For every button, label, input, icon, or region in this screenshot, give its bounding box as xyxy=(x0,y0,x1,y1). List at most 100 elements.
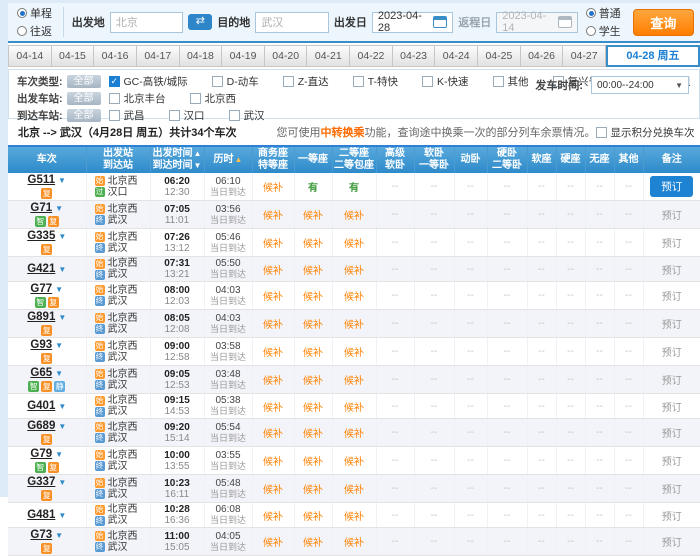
train-number-link[interactable]: G511 xyxy=(28,174,56,186)
filter-option-checkbox[interactable]: 北京丰台 xyxy=(109,91,166,106)
depart-station-icon: 始 xyxy=(95,313,105,323)
oneway-radio[interactable]: 单程 xyxy=(17,5,52,21)
other-seat-cell: -- xyxy=(614,447,643,475)
soft-seat-cell: -- xyxy=(527,282,556,310)
date-tab[interactable]: 04-16 xyxy=(94,45,137,67)
train-number-link[interactable]: G73 xyxy=(30,529,52,541)
filter-option-checkbox[interactable]: 武汉 xyxy=(229,108,265,123)
date-tab[interactable]: 04-27 xyxy=(563,45,606,67)
date-tab[interactable]: 04-17 xyxy=(137,45,180,67)
filter-option-checkbox[interactable]: 北京西 xyxy=(190,91,237,106)
date-tab-selected[interactable]: 04-28 周五 xyxy=(606,45,700,67)
hard-seat-cell: -- xyxy=(556,257,585,282)
date-tab[interactable]: 04-21 xyxy=(307,45,350,67)
filter-option-checkbox[interactable]: D-动车 xyxy=(212,74,259,89)
checkbox-icon xyxy=(283,76,294,87)
duration: 03:58 xyxy=(205,341,252,352)
filter-option-checkbox[interactable]: 汉口 xyxy=(169,108,205,123)
student-passenger-radio[interactable]: 学生 xyxy=(586,23,621,39)
filter-option-checkbox[interactable]: GC-高铁/城际 xyxy=(109,74,188,89)
date-tab[interactable]: 04-19 xyxy=(222,45,265,67)
train-number-link[interactable]: G77 xyxy=(30,283,52,295)
train-number-link[interactable]: G481 xyxy=(27,509,55,521)
date-tab[interactable]: 04-26 xyxy=(521,45,564,67)
soft-sleeper-cell: -- xyxy=(414,173,454,201)
column-header[interactable]: 历时▲ xyxy=(204,147,252,173)
expand-arrow-icon[interactable]: ▼ xyxy=(58,265,66,274)
expand-arrow-icon[interactable]: ▼ xyxy=(58,313,66,322)
train-number-link[interactable]: G79 xyxy=(30,448,52,460)
filter-option-checkbox[interactable]: K-快速 xyxy=(422,74,469,89)
train-number-link[interactable]: G335 xyxy=(27,230,55,242)
train-number-link[interactable]: G891 xyxy=(27,311,55,323)
filter-option-checkbox[interactable]: T-特快 xyxy=(353,74,398,89)
expand-arrow-icon[interactable]: ▼ xyxy=(55,450,63,459)
normal-passenger-radio[interactable]: 普通 xyxy=(586,5,621,21)
swap-stations-icon[interactable]: ⇄ xyxy=(188,14,212,30)
train-number-link[interactable]: G401 xyxy=(27,400,55,412)
fuxing-badge-icon: 复 xyxy=(41,381,52,392)
radio-icon xyxy=(17,26,27,36)
second-class-seat-cell: 候补 xyxy=(332,310,376,338)
filter-option-checkbox[interactable]: 其他 xyxy=(493,74,529,89)
train-number-link[interactable]: G71 xyxy=(30,202,52,214)
expand-arrow-icon[interactable]: ▼ xyxy=(58,511,66,520)
train-number-link[interactable]: G65 xyxy=(30,367,52,379)
train-number-link[interactable]: G689 xyxy=(27,420,55,432)
no-seat-cell: -- xyxy=(585,528,614,556)
action-cell: 预订 xyxy=(643,201,700,229)
premier-soft-sleeper-cell: -- xyxy=(376,528,414,556)
soft-sleeper-cell: -- xyxy=(414,257,454,282)
from-input[interactable]: 北京 xyxy=(110,12,184,33)
terminal-station-icon: 终 xyxy=(95,380,105,390)
expand-arrow-icon[interactable]: ▼ xyxy=(55,369,63,378)
column-header[interactable]: 出发时间▲到达时间▼ xyxy=(150,147,204,173)
filter-option-checkbox[interactable]: Z-直达 xyxy=(283,74,329,89)
train-number-link[interactable]: G421 xyxy=(27,263,55,275)
depart-date-input[interactable]: 2023-04-28 xyxy=(372,12,453,33)
filter-all-button[interactable]: 全部 xyxy=(67,92,101,105)
book-button[interactable]: 预订 xyxy=(650,176,693,197)
date-tab[interactable]: 04-23 xyxy=(393,45,436,67)
expand-arrow-icon[interactable]: ▼ xyxy=(58,478,66,487)
oneway-label: 单程 xyxy=(30,5,52,21)
roundtrip-radio[interactable]: 往返 xyxy=(17,23,52,39)
date-tab[interactable]: 04-15 xyxy=(52,45,95,67)
filter-all-button[interactable]: 全部 xyxy=(67,75,101,88)
query-button[interactable]: 查询 xyxy=(633,9,694,36)
other-seat-cell: -- xyxy=(614,201,643,229)
show-points-trains-checkbox[interactable]: 显示积分兑换车次 xyxy=(596,125,695,140)
date-tab[interactable]: 04-22 xyxy=(350,45,393,67)
calendar-icon[interactable] xyxy=(433,16,447,28)
transfer-link[interactable]: 中转换乘 xyxy=(321,127,365,139)
fuxing-badge-icon: 复 xyxy=(41,434,52,445)
depart-time-select[interactable]: 00:00--24:00 ▼ xyxy=(591,76,689,94)
expand-arrow-icon[interactable]: ▼ xyxy=(58,232,66,241)
times-cell: 08:0512:08 xyxy=(150,310,204,338)
expand-arrow-icon[interactable]: ▼ xyxy=(55,531,63,540)
soft-sleeper-cell: -- xyxy=(414,394,454,419)
expand-arrow-icon[interactable]: ▼ xyxy=(55,341,63,350)
train-number-link[interactable]: G93 xyxy=(30,339,52,351)
filter-all-button[interactable]: 全部 xyxy=(67,109,101,122)
expand-arrow-icon[interactable]: ▼ xyxy=(58,402,66,411)
stations-cell: 始北京西终武汉 xyxy=(86,475,150,503)
filter-option-checkbox[interactable]: 武昌 xyxy=(109,108,145,123)
train-number-link[interactable]: G337 xyxy=(27,476,55,488)
expand-arrow-icon[interactable]: ▼ xyxy=(55,285,63,294)
date-tab[interactable]: 04-18 xyxy=(180,45,223,67)
expand-arrow-icon[interactable]: ▼ xyxy=(55,204,63,213)
expand-arrow-icon[interactable]: ▼ xyxy=(58,176,66,185)
business-special-seat-cell: 候补 xyxy=(252,528,294,556)
date-tab[interactable]: 04-24 xyxy=(435,45,478,67)
expand-arrow-icon[interactable]: ▼ xyxy=(58,422,66,431)
date-tab[interactable]: 04-14 xyxy=(8,45,52,67)
depart-date-value: 2023-04-28 xyxy=(378,10,433,34)
station-name: 汉口 xyxy=(108,187,128,198)
date-tab[interactable]: 04-20 xyxy=(265,45,308,67)
date-tab[interactable]: 04-25 xyxy=(478,45,521,67)
book-disabled-label: 预订 xyxy=(662,485,682,496)
business-special-seat-cell: 候补 xyxy=(252,419,294,447)
fuxing-badge-icon: 复 xyxy=(41,353,52,364)
to-input[interactable]: 武汉 xyxy=(255,12,329,33)
